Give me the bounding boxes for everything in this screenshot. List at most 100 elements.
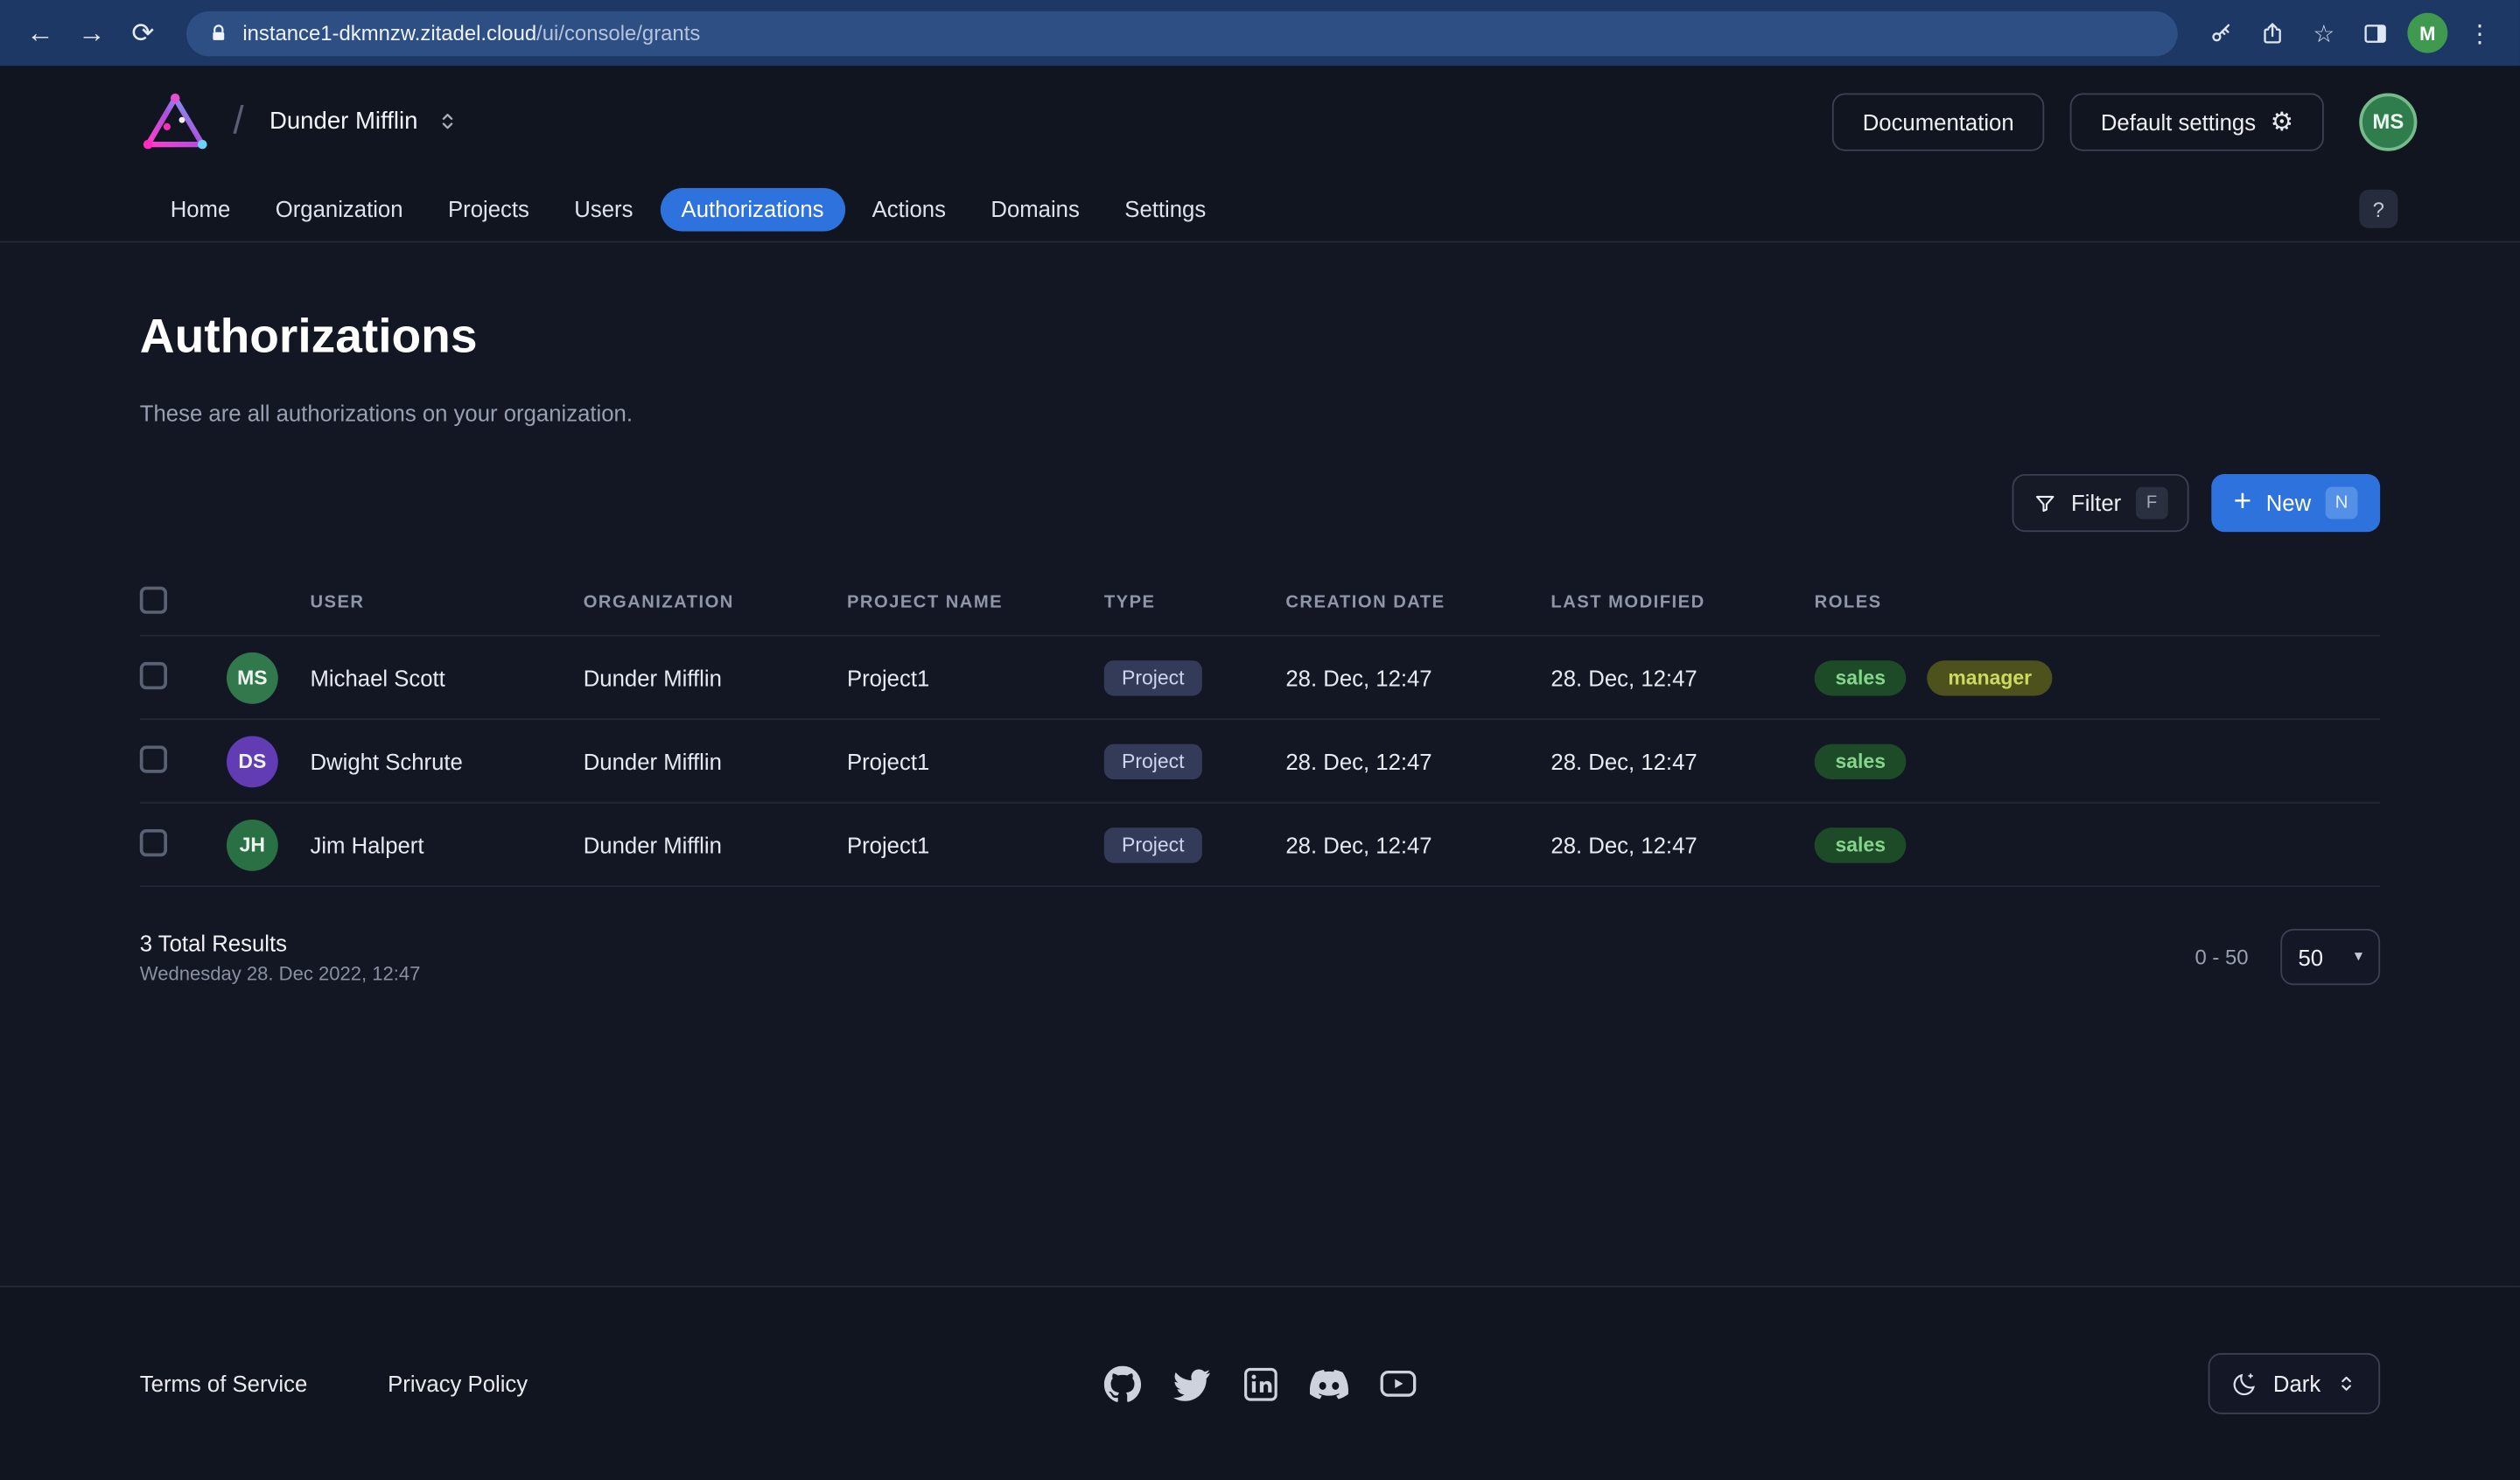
tab-authorizations[interactable]: Authorizations <box>661 187 845 231</box>
zitadel-logo[interactable] <box>140 90 211 153</box>
org-name: Dunder Mifflin <box>270 108 417 135</box>
new-shortcut-badge: N <box>2326 487 2358 520</box>
unfold-more-icon <box>2335 1372 2358 1395</box>
cell-modified: 28. Dec, 12:47 <box>1550 665 1814 690</box>
select-all-checkbox[interactable] <box>140 587 167 614</box>
share-button[interactable] <box>2249 10 2297 55</box>
filter-label: Filter <box>2071 490 2121 515</box>
table-row[interactable]: DS Dwight Schrute Dunder Mifflin Project… <box>140 718 2380 802</box>
filter-funnel-icon <box>2033 491 2057 515</box>
back-arrow-icon: ← <box>26 17 53 49</box>
discord-link[interactable] <box>1310 1365 1348 1403</box>
table-row[interactable]: MS Michael Scott Dunder Mifflin Project1… <box>140 635 2380 719</box>
tab-users[interactable]: Users <box>556 187 651 231</box>
unfold-more-icon <box>436 109 460 134</box>
side-panel-button[interactable] <box>2351 10 2399 55</box>
lock-icon <box>209 24 228 43</box>
main-content: Authorizations These are all authorizati… <box>0 242 2520 1285</box>
side-panel-icon <box>2362 20 2388 45</box>
tab-actions[interactable]: Actions <box>854 187 963 231</box>
header-top: / Dunder Mifflin Documentation Default s… <box>0 66 2520 177</box>
column-project: PROJECT NAME <box>847 593 1104 612</box>
app-header: / Dunder Mifflin Documentation Default s… <box>0 66 2520 242</box>
cell-modified: 28. Dec, 12:47 <box>1550 748 1814 773</box>
page-title: Authorizations <box>140 311 2380 365</box>
column-user: USER <box>227 593 584 612</box>
type-badge: Project <box>1104 660 1202 695</box>
results-summary: 3 Total Results Wednesday 28. Dec 2022, … <box>140 930 421 984</box>
browser-profile-avatar[interactable]: M <box>2407 13 2447 53</box>
row-checkbox[interactable] <box>140 661 167 688</box>
theme-toggle[interactable]: Dark <box>2208 1353 2380 1414</box>
user-avatar[interactable]: MS <box>2359 93 2417 150</box>
column-type: TYPE <box>1104 593 1286 612</box>
youtube-icon <box>1379 1365 1418 1403</box>
share-icon <box>2259 20 2285 45</box>
cell-organization: Dunder Mifflin <box>584 832 847 857</box>
github-link[interactable] <box>1102 1365 1141 1403</box>
linkedin-link[interactable] <box>1241 1365 1279 1403</box>
row-checkbox[interactable] <box>140 828 167 855</box>
forward-arrow-icon: → <box>78 17 105 49</box>
tab-projects[interactable]: Projects <box>430 187 547 231</box>
role-badge: sales <box>1815 660 1907 695</box>
tab-settings[interactable]: Settings <box>1107 187 1223 231</box>
pagination: 0 - 50 50 ▾ <box>2194 929 2380 985</box>
address-bar[interactable]: instance1-dkmnzw.zitadel.cloud/ui/consol… <box>186 10 2178 55</box>
plus-icon: + <box>2234 486 2251 517</box>
cell-created: 28. Dec, 12:47 <box>1285 832 1550 857</box>
page-range: 0 - 50 <box>2194 945 2248 969</box>
url-path: /ui/console/grants <box>536 21 700 45</box>
url-text: instance1-dkmnzw.zitadel.cloud/ui/consol… <box>242 21 700 45</box>
bookmark-button[interactable]: ☆ <box>2300 10 2348 55</box>
nav-tabs: Home Organization Projects Users Authori… <box>0 177 2520 242</box>
results-timestamp: Wednesday 28. Dec 2022, 12:47 <box>140 962 421 985</box>
cell-organization: Dunder Mifflin <box>584 665 847 690</box>
avatar: DS <box>227 736 278 787</box>
cell-project: Project1 <box>847 748 1104 773</box>
role-badge: sales <box>1815 743 1907 778</box>
role-badge: manager <box>1928 660 2053 695</box>
documentation-button[interactable]: Documentation <box>1832 93 2045 150</box>
browser-forward-button[interactable]: → <box>67 9 116 57</box>
youtube-link[interactable] <box>1379 1365 1418 1403</box>
column-modified: LAST MODIFIED <box>1550 593 1814 612</box>
discord-icon <box>1310 1364 1348 1404</box>
cell-created: 28. Dec, 12:47 <box>1285 748 1550 773</box>
chevron-down-icon: ▾ <box>2355 948 2362 966</box>
row-checkbox[interactable] <box>140 745 167 772</box>
default-settings-button[interactable]: Default settings ⚙ <box>2070 93 2324 150</box>
user-name: Michael Scott <box>310 665 444 690</box>
url-domain: instance1-dkmnzw.zitadel.cloud <box>242 21 536 45</box>
twitter-icon <box>1172 1365 1209 1402</box>
browser-menu-button[interactable]: ⋮ <box>2455 10 2503 55</box>
table-row[interactable]: JH Jim Halpert Dunder Mifflin Project1 P… <box>140 802 2380 886</box>
user-name: Dwight Schrute <box>310 748 462 773</box>
privacy-link[interactable]: Privacy Policy <box>388 1371 528 1396</box>
password-key-button[interactable] <box>2197 10 2245 55</box>
tab-organization[interactable]: Organization <box>258 187 421 231</box>
twitter-link[interactable] <box>1172 1365 1210 1403</box>
column-organization: ORGANIZATION <box>584 593 847 612</box>
results-bar: 3 Total Results Wednesday 28. Dec 2022, … <box>140 929 2380 985</box>
browser-chrome: ← → ⟳ instance1-dkmnzw.zitadel.cloud/ui/… <box>0 0 2520 66</box>
page-size-select[interactable]: 50 ▾ <box>2280 929 2380 985</box>
more-vertical-icon: ⋮ <box>2468 18 2492 47</box>
tab-domains[interactable]: Domains <box>973 187 1097 231</box>
browser-avatar-letter: M <box>2419 22 2435 45</box>
github-icon <box>1103 1365 1140 1402</box>
org-separator: / <box>233 99 243 143</box>
bookmark-star-icon: ☆ <box>2313 18 2334 47</box>
browser-back-button[interactable]: ← <box>16 9 64 57</box>
total-results: 3 Total Results <box>140 930 421 955</box>
type-badge: Project <box>1104 743 1202 778</box>
cell-organization: Dunder Mifflin <box>584 748 847 773</box>
tab-home[interactable]: Home <box>152 187 248 231</box>
terms-link[interactable]: Terms of Service <box>140 1371 307 1396</box>
org-switcher[interactable]: Dunder Mifflin <box>270 108 459 135</box>
new-button[interactable]: + New N <box>2211 474 2380 532</box>
social-links <box>1102 1365 1418 1403</box>
help-button[interactable]: ? <box>2359 190 2398 228</box>
filter-button[interactable]: Filter F <box>2012 474 2188 532</box>
browser-reload-button[interactable]: ⟳ <box>119 9 167 57</box>
